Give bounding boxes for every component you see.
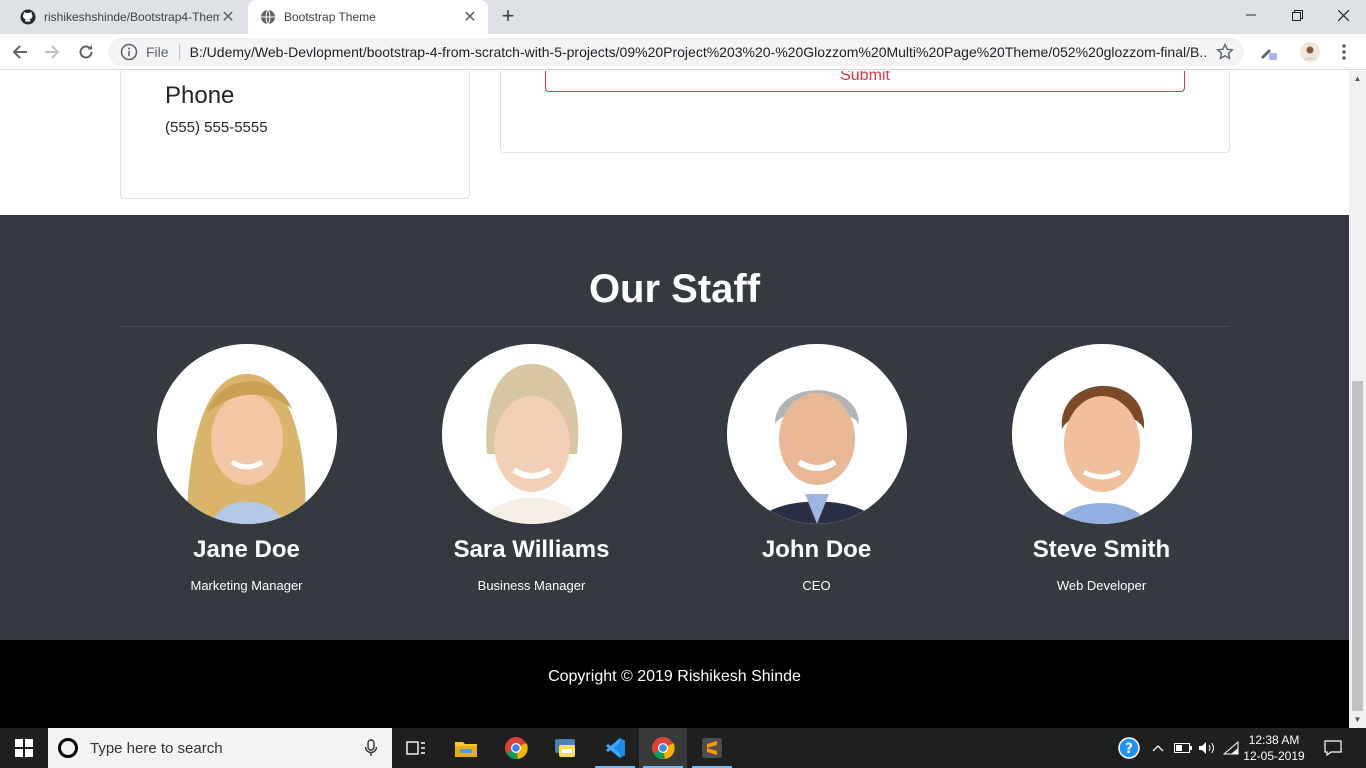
forward-button[interactable]: [40, 40, 64, 64]
tab-github[interactable]: rishikeshshinde/Bootstrap4-Them ✕: [8, 0, 246, 34]
submit-button[interactable]: Submit: [545, 71, 1185, 92]
close-icon[interactable]: ✕: [220, 7, 236, 27]
staff-photo: [1011, 344, 1192, 524]
reload-button[interactable]: [74, 40, 98, 64]
phone-heading: Phone: [165, 82, 235, 109]
help-tray-button[interactable]: ?: [1116, 728, 1142, 768]
new-tab-button[interactable]: +: [496, 5, 520, 29]
taskbar-clock[interactable]: 12:38 AM 12-05-2019: [1236, 732, 1312, 764]
close-icon[interactable]: ✕: [462, 7, 478, 27]
bookmark-star-icon[interactable]: [1216, 43, 1234, 61]
minimize-icon: [1246, 14, 1256, 16]
scheme-label: File: [146, 44, 169, 60]
staff-photo: [726, 344, 907, 524]
phone-number: (555) 555-5555: [165, 119, 268, 136]
staff-photo: [156, 344, 337, 524]
staff-card: Steve Smith Web Developer: [959, 344, 1244, 593]
chrome-icon: [505, 737, 528, 760]
microphone-icon[interactable]: [364, 739, 378, 757]
volume-tray[interactable]: [1196, 728, 1218, 768]
staff-role: Web Developer: [1056, 578, 1147, 593]
minimize-button[interactable]: [1228, 0, 1274, 30]
battery-tray[interactable]: [1172, 728, 1194, 768]
taskbar-app-file-explorer[interactable]: [442, 728, 490, 768]
clock-time: 12:38 AM: [1248, 733, 1300, 747]
python-icon: [555, 739, 575, 757]
staff-name: Sara Williams: [453, 536, 610, 563]
taskbar-app-chrome-active[interactable]: [639, 728, 687, 768]
chrome-icon: [652, 737, 675, 760]
svg-text:?: ?: [1125, 741, 1133, 757]
help-icon: ?: [1118, 737, 1140, 759]
restore-button[interactable]: [1274, 0, 1320, 30]
task-view-icon: [406, 741, 425, 755]
info-icon[interactable]: [120, 43, 138, 61]
tab-title: Bootstrap Theme: [284, 10, 376, 24]
close-icon: [1337, 9, 1349, 21]
contact-card: Phone (555) 555-5555: [120, 71, 470, 199]
scroll-thumb[interactable]: [1352, 381, 1363, 711]
staff-card: John Doe CEO: [674, 344, 959, 593]
contact-form-card: Submit: [500, 71, 1230, 153]
staff-title: Our Staff: [588, 267, 761, 311]
staff-card: Jane Doe Marketing Manager: [104, 344, 389, 593]
arrow-right-icon: [45, 45, 60, 59]
staff-section: Our Staff Jane Doe Marketing Manager Sar…: [0, 215, 1349, 640]
more-options-icon[interactable]: [1334, 42, 1354, 62]
chevron-up-icon: [1152, 745, 1164, 752]
extension-icon[interactable]: [1258, 42, 1278, 62]
copyright-text: Copyright © 2019 Rishikesh Shinde: [548, 668, 801, 685]
address-bar[interactable]: File B:/Udemy/Web-Devlopment/bootstrap-4…: [108, 38, 1244, 66]
staff-name: Jane Doe: [193, 536, 300, 563]
page-viewport: Phone (555) 555-5555 Submit Our Staff Ja…: [0, 71, 1349, 728]
browser-toolbar: File B:/Udemy/Web-Devlopment/bootstrap-4…: [0, 34, 1366, 70]
staff-name: John Doe: [761, 536, 872, 563]
notification-icon: [1324, 740, 1342, 756]
show-hidden-icons-button[interactable]: [1148, 728, 1168, 768]
staff-card: Sara Williams Business Manager: [389, 344, 674, 593]
taskbar-app-vscode[interactable]: [591, 728, 639, 768]
vscode-icon: [606, 738, 625, 758]
browser-tabstrip: rishikeshshinde/Bootstrap4-Them ✕ Bootst…: [0, 0, 1366, 34]
taskbar-app-sublime[interactable]: [688, 728, 736, 768]
url-text[interactable]: B:/Udemy/Web-Devlopment/bootstrap-4-from…: [190, 44, 1206, 60]
action-center-button[interactable]: [1318, 728, 1348, 768]
page-footer: Copyright © 2019 Rishikesh Shinde: [0, 640, 1349, 728]
scroll-down-arrow-icon[interactable]: ▼: [1349, 712, 1366, 728]
staff-role: Marketing Manager: [190, 578, 303, 593]
taskbar-search[interactable]: Type here to search: [48, 728, 392, 768]
divider: [120, 326, 1230, 327]
back-button[interactable]: [8, 40, 32, 64]
staff-role: Business Manager: [477, 578, 586, 593]
taskbar-app-python[interactable]: [541, 728, 589, 768]
battery-icon: [1174, 743, 1192, 753]
taskbar-app-chrome[interactable]: [492, 728, 540, 768]
github-icon: [20, 9, 36, 25]
scroll-up-arrow-icon[interactable]: ▲: [1349, 71, 1366, 87]
task-view-button[interactable]: [392, 728, 440, 768]
reload-icon: [79, 45, 93, 59]
sublime-text-icon: [702, 738, 722, 758]
file-explorer-icon: [455, 742, 477, 757]
clock-date: 12-05-2019: [1243, 749, 1305, 763]
tab-bootstrap-theme[interactable]: Bootstrap Theme ✕: [248, 0, 488, 34]
page-scrollbar[interactable]: ▲ ▼: [1349, 71, 1366, 728]
profile-avatar-icon[interactable]: [1300, 42, 1320, 62]
volume-icon: [1199, 742, 1214, 754]
tab-title: rishikeshshinde/Bootstrap4-Them: [44, 10, 220, 24]
windows-taskbar: Type here to search ? 12:38 AM 12-05-201…: [0, 728, 1366, 768]
globe-icon: [261, 9, 275, 25]
staff-photo: [441, 344, 622, 524]
restore-icon: [1291, 9, 1303, 21]
cortana-icon: [58, 738, 78, 758]
arrow-left-icon: [12, 45, 27, 59]
windows-logo-icon: [15, 739, 33, 757]
start-button[interactable]: [0, 728, 48, 768]
staff-name: Steve Smith: [1032, 536, 1171, 563]
omnibox-divider: [178, 44, 180, 60]
search-placeholder: Type here to search: [90, 739, 223, 757]
staff-role: CEO: [802, 578, 831, 593]
close-window-button[interactable]: [1320, 0, 1366, 30]
